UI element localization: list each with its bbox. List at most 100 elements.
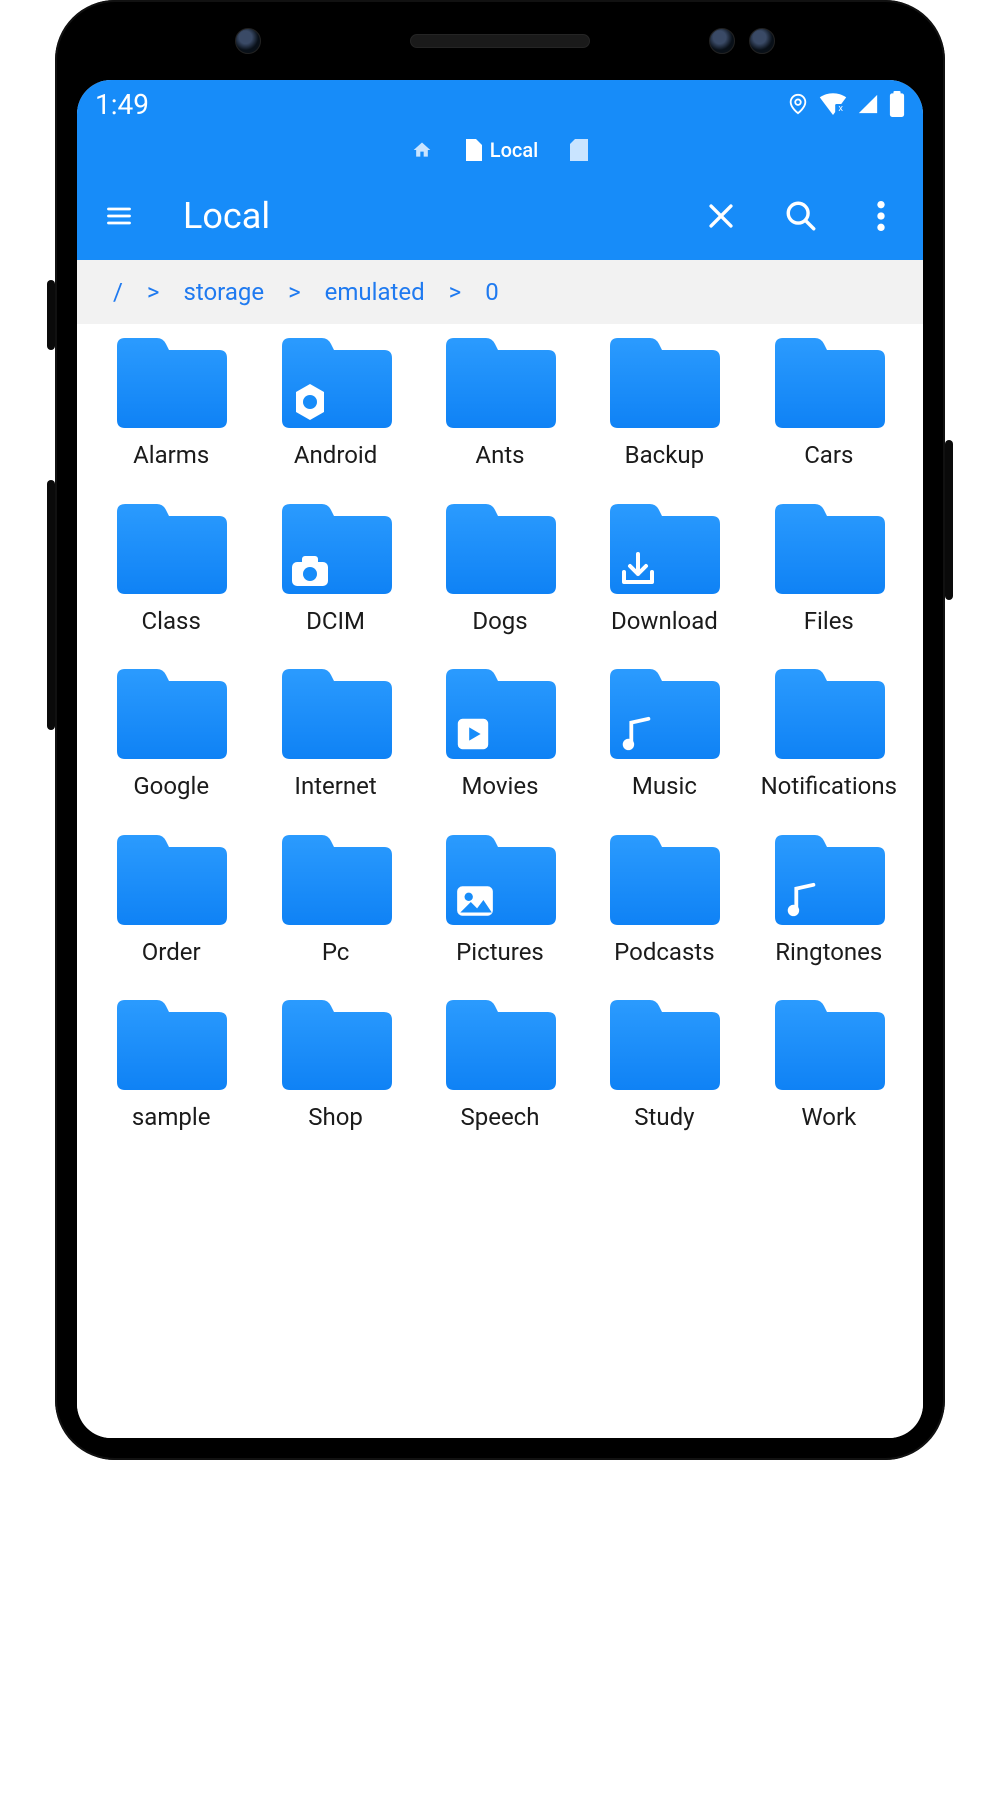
folder-item[interactable]: Pictures: [428, 829, 572, 967]
folder-label: Ringtones: [775, 939, 882, 967]
breadcrumb-part[interactable]: 0: [485, 278, 499, 306]
tab-local-label: Local: [490, 138, 538, 162]
chevron-right-icon: >: [449, 278, 462, 306]
folder-icon: [111, 498, 231, 598]
close-button[interactable]: [693, 188, 749, 244]
folder-item[interactable]: Backup: [592, 332, 736, 470]
tab-sd[interactable]: [564, 135, 594, 165]
folder-item[interactable]: Download: [592, 498, 736, 636]
breadcrumb-part[interactable]: storage: [183, 278, 264, 306]
folder-icon: [111, 663, 231, 763]
folder-label: DCIM: [306, 608, 365, 636]
breadcrumb-root[interactable]: /: [113, 278, 123, 306]
folder-item[interactable]: Android: [263, 332, 407, 470]
folder-label: Google: [133, 773, 209, 801]
folder-item[interactable]: Podcasts: [592, 829, 736, 967]
folder-item[interactable]: Shop: [263, 994, 407, 1132]
folder-icon: [276, 663, 396, 763]
folder-icon: [769, 663, 889, 763]
folder-icon: [604, 498, 724, 598]
music-icon: [618, 715, 656, 753]
folder-label: Files: [804, 608, 854, 636]
wifi-off-icon: x: [819, 93, 847, 115]
folder-item[interactable]: Speech: [428, 994, 572, 1132]
phone-frame: 1:49 x: [55, 0, 945, 1460]
page-title: Local: [171, 195, 669, 237]
chevron-right-icon: >: [147, 278, 160, 306]
folder-item[interactable]: Ringtones: [757, 829, 901, 967]
folder-icon: [276, 829, 396, 929]
folder-item[interactable]: Google: [99, 663, 243, 801]
folder-item[interactable]: Music: [592, 663, 736, 801]
folder-label: Notifications: [761, 773, 897, 801]
folder-item[interactable]: Ants: [428, 332, 572, 470]
folder-icon: [769, 498, 889, 598]
folder-label: Alarms: [133, 442, 209, 470]
folder-item[interactable]: Work: [757, 994, 901, 1132]
svg-text:x: x: [838, 103, 843, 113]
tab-home[interactable]: [406, 136, 438, 164]
folder-icon: [769, 829, 889, 929]
folder-label: Android: [294, 442, 377, 470]
folder-item[interactable]: Cars: [757, 332, 901, 470]
location-icon: [787, 91, 809, 117]
location-tabs: Local: [77, 128, 923, 172]
folder-label: Order: [142, 939, 201, 967]
top-app-region: 1:49 x: [77, 80, 923, 260]
folder-item[interactable]: DCIM: [263, 498, 407, 636]
image-icon: [454, 883, 496, 919]
folder-label: sample: [132, 1104, 211, 1132]
folder-item[interactable]: Pc: [263, 829, 407, 967]
folder-label: Download: [611, 608, 718, 636]
folder-item[interactable]: sample: [99, 994, 243, 1132]
folder-label: Music: [632, 773, 697, 801]
folder-label: Podcasts: [614, 939, 714, 967]
folder-icon: [276, 994, 396, 1094]
folder-icon: [769, 994, 889, 1094]
folder-item[interactable]: Files: [757, 498, 901, 636]
breadcrumb: / > storage > emulated > 0: [77, 260, 923, 324]
folder-icon: [440, 829, 560, 929]
folder-icon: [276, 498, 396, 598]
folder-icon: [769, 332, 889, 432]
folder-item[interactable]: Dogs: [428, 498, 572, 636]
folder-icon: [440, 498, 560, 598]
folder-grid[interactable]: Alarms Android Ants Backup Cars Class DCIM Dogs…: [77, 324, 923, 1438]
folder-item[interactable]: Notifications: [757, 663, 901, 801]
folder-icon: [276, 332, 396, 432]
folder-label: Class: [142, 608, 201, 636]
folder-icon: [440, 663, 560, 763]
gear-icon: [290, 382, 330, 422]
tab-local[interactable]: Local: [458, 134, 544, 166]
folder-label: Pc: [322, 939, 350, 967]
folder-label: Cars: [804, 442, 853, 470]
search-button[interactable]: [773, 188, 829, 244]
folder-icon: [604, 829, 724, 929]
folder-icon: [604, 994, 724, 1094]
folder-icon: [440, 994, 560, 1094]
folder-icon: [604, 332, 724, 432]
menu-button[interactable]: [91, 188, 147, 244]
battery-icon: [889, 91, 905, 117]
folder-label: Backup: [625, 442, 704, 470]
music-icon: [783, 881, 821, 919]
folder-item[interactable]: Movies: [428, 663, 572, 801]
folder-label: Internet: [294, 773, 376, 801]
folder-item[interactable]: Class: [99, 498, 243, 636]
download-icon: [618, 548, 658, 588]
status-time: 1:49: [95, 88, 149, 121]
breadcrumb-part[interactable]: emulated: [325, 278, 425, 306]
folder-label: Ants: [475, 442, 524, 470]
folder-item[interactable]: Order: [99, 829, 243, 967]
overflow-button[interactable]: [853, 188, 909, 244]
signal-icon: [857, 93, 879, 115]
status-bar: 1:49 x: [77, 80, 923, 128]
folder-label: Work: [801, 1104, 856, 1132]
folder-icon: [111, 829, 231, 929]
folder-icon: [440, 332, 560, 432]
folder-icon: [111, 332, 231, 432]
folder-item[interactable]: Study: [592, 994, 736, 1132]
folder-item[interactable]: Alarms: [99, 332, 243, 470]
folder-item[interactable]: Internet: [263, 663, 407, 801]
folder-label: Speech: [461, 1104, 540, 1132]
